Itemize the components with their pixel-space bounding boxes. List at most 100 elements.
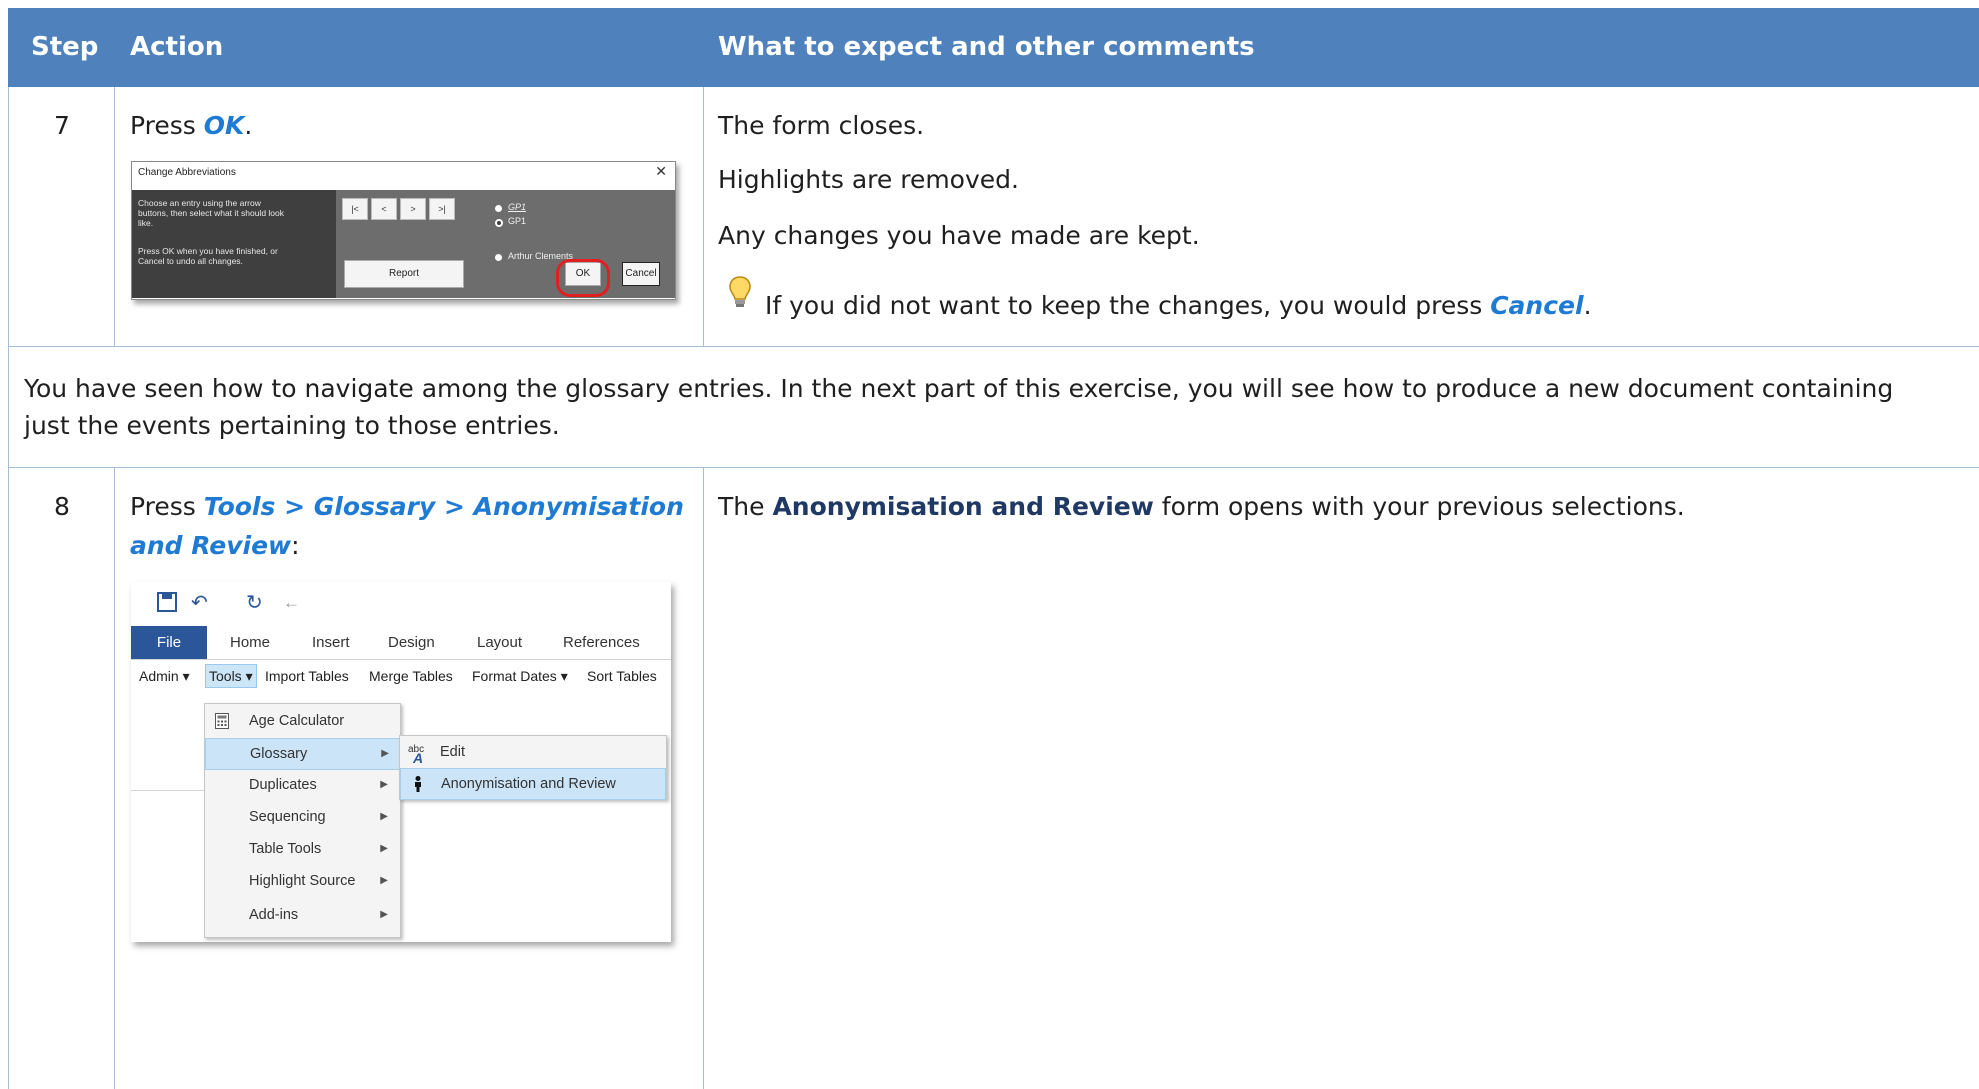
- note-line: just the events pertaining to those entr…: [24, 411, 560, 440]
- menu-item-label: Duplicates: [249, 777, 317, 793]
- glossary-submenu: abc A Edit Anonymisation and Review: [399, 735, 667, 800]
- menu-item-add-ins[interactable]: Add-ins ▶: [205, 900, 400, 930]
- tab-design[interactable]: Design: [388, 626, 435, 659]
- dialog-help-panel: Choose an entry using the arrow buttons,…: [132, 190, 336, 298]
- step-number: 7: [54, 111, 70, 140]
- redo-icon: ↻: [246, 592, 263, 614]
- save-icon: [157, 592, 177, 612]
- action-text: Press OK.: [130, 109, 252, 143]
- grid-line: [8, 8, 9, 1089]
- sort-tables-button[interactable]: Sort Tables: [587, 660, 657, 692]
- menu-item-table-tools[interactable]: Table Tools ▶: [205, 834, 400, 864]
- lightbulb-icon: [729, 276, 751, 307]
- action-prefix: Press: [130, 492, 204, 521]
- cancel-link: Cancel: [1490, 291, 1584, 320]
- action-suffix: .: [244, 111, 253, 140]
- menu-item-label: Edit: [440, 744, 465, 760]
- dialog-help-text: Choose an entry using the arrow buttons,…: [138, 198, 285, 228]
- menu-item-glossary[interactable]: Glossary ▶: [205, 738, 402, 770]
- menu-item-label: Table Tools: [249, 841, 322, 857]
- ribbon-tabs: File Home Insert Design Layout Reference…: [131, 626, 671, 660]
- format-dates-menu[interactable]: Format Dates ▾: [472, 660, 568, 692]
- menu-item-label: Highlight Source: [249, 873, 356, 889]
- merge-tables-button[interactable]: Merge Tables: [369, 660, 453, 692]
- expect-line: The form closes.: [718, 111, 925, 140]
- note-line: You have seen how to navigate among the …: [24, 374, 1894, 403]
- page-edge: [131, 790, 204, 791]
- last-button[interactable]: >|: [429, 198, 455, 220]
- chevron-right-icon: ▶: [380, 811, 388, 822]
- header-expect: What to expect and other comments: [718, 32, 1255, 62]
- grid-line: [8, 467, 1979, 468]
- import-tables-button[interactable]: Import Tables: [265, 660, 349, 692]
- option-label: GP1: [508, 216, 527, 226]
- action-text: and Review:: [130, 529, 300, 563]
- form-name: Anonymisation and Review: [772, 492, 1154, 521]
- menu-item-anonymisation-and-review[interactable]: Anonymisation and Review: [400, 768, 666, 800]
- chevron-right-icon: ▶: [380, 779, 388, 790]
- tab-references[interactable]: References: [563, 626, 640, 659]
- person-icon: [415, 776, 421, 792]
- tools-dropdown: Age Calculator Glossary ▶ Duplicates ▶ Seq…: [204, 703, 402, 938]
- addin-toolbar: Admin ▾ Tools ▾ Import Tables Merge Tabl…: [131, 660, 671, 692]
- menu-item-label: Glossary: [250, 746, 308, 762]
- prev-button[interactable]: <: [371, 198, 397, 220]
- action-suffix: :: [291, 531, 300, 560]
- menu-item-duplicates[interactable]: Duplicates ▶: [205, 770, 400, 800]
- action-prefix: Press: [130, 111, 204, 140]
- highlight-ring: [556, 259, 610, 297]
- chevron-right-icon: ▶: [380, 875, 388, 886]
- expect-line: Highlights are removed.: [718, 165, 1019, 194]
- option-radio[interactable]: [495, 254, 502, 261]
- option-label: GP1: [508, 202, 527, 212]
- menu-item-label: Anonymisation and Review: [441, 776, 616, 792]
- tab-home[interactable]: Home: [230, 626, 270, 659]
- menu-item-label: Add-ins: [249, 907, 299, 923]
- chevron-right-icon: ▶: [380, 909, 388, 920]
- tab-layout[interactable]: Layout: [477, 626, 522, 659]
- dialog-title: Change Abbreviations: [138, 167, 236, 178]
- menu-item-sequencing[interactable]: Sequencing ▶: [205, 802, 400, 832]
- header-step: Step: [31, 32, 99, 62]
- close-icon[interactable]: ✕: [655, 163, 667, 180]
- grid-line: [114, 467, 115, 1089]
- undo-icon: ↶: [191, 592, 208, 614]
- menu-item-age-calculator[interactable]: Age Calculator: [205, 706, 400, 736]
- calculator-icon: [215, 713, 229, 729]
- expect-suffix: form opens with your previous selections…: [1153, 492, 1685, 521]
- expect-text: The Anonymisation and Review form opens …: [718, 490, 1685, 524]
- tip-suffix: .: [1583, 291, 1592, 320]
- word-menu-screenshot: ↶ ↻ ← File Home Insert Design Layout Ref…: [131, 582, 671, 942]
- option-radio[interactable]: [495, 205, 502, 212]
- tip-prefix: If you did not want to keep the changes,…: [765, 291, 1491, 320]
- tab-insert[interactable]: Insert: [312, 626, 350, 659]
- menu-path-link: and Review: [130, 531, 292, 560]
- tip-text: If you did not want to keep the changes,…: [765, 289, 1592, 323]
- tab-file[interactable]: File: [131, 626, 207, 659]
- report-button[interactable]: Report: [344, 260, 464, 288]
- grid-line: [114, 87, 115, 347]
- next-button[interactable]: >: [400, 198, 426, 220]
- grid-line: [703, 467, 704, 1089]
- expect-prefix: The: [718, 492, 773, 521]
- dialog-help-text: Press OK when you have finished, or Canc…: [138, 246, 278, 266]
- option-radio[interactable]: [495, 219, 503, 227]
- menu-item-edit[interactable]: abc A Edit: [400, 737, 666, 767]
- chevron-right-icon: ▶: [380, 843, 388, 854]
- step-number: 8: [54, 492, 70, 521]
- expect-line: Any changes you have made are kept.: [718, 221, 1200, 250]
- grid-line: [8, 346, 1979, 347]
- menu-item-highlight-source[interactable]: Highlight Source ▶: [205, 866, 400, 896]
- admin-menu[interactable]: Admin ▾: [139, 660, 190, 692]
- dialog-options-panel: |< < > >| GP1 GP1 Arthur Clements Report…: [336, 190, 675, 298]
- tools-menu[interactable]: Tools ▾: [205, 664, 257, 688]
- action-text: Press Tools > Glossary > Anonymisation: [130, 490, 684, 524]
- grid-line: [703, 87, 704, 347]
- cancel-button[interactable]: Cancel: [622, 262, 660, 286]
- menu-item-label: Sequencing: [249, 809, 326, 825]
- back-icon: ←: [283, 593, 300, 612]
- header-action: Action: [130, 32, 224, 62]
- first-button[interactable]: |<: [342, 198, 368, 220]
- menu-item-label: Age Calculator: [249, 713, 345, 729]
- chevron-right-icon: ▶: [381, 748, 389, 759]
